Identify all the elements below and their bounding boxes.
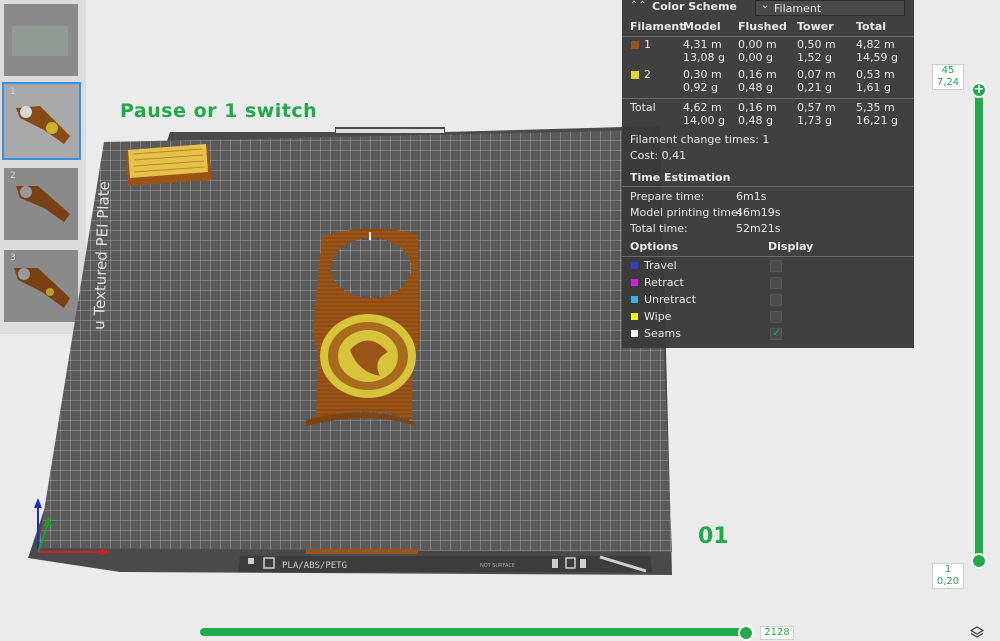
filament-change-times: Filament change times: 1 <box>630 133 770 146</box>
tower-length: 0,57 m <box>797 101 836 114</box>
prepare-time-value: 6m1s <box>736 190 767 203</box>
model-weight: 0,92 g <box>683 81 718 94</box>
retract-color-swatch <box>631 279 638 286</box>
layer-slider-bottom-handle[interactable] <box>971 553 987 569</box>
option-label: Unretract <box>644 293 697 306</box>
model-printing-time-label: Model printing time: <box>630 206 742 219</box>
model-length: 4,62 m <box>683 101 722 114</box>
travel-display-checkbox[interactable] <box>770 260 782 272</box>
move-slider-track[interactable] <box>200 628 748 636</box>
tower-weight: 0,21 g <box>797 81 832 94</box>
option-label: Seams <box>644 327 681 340</box>
flushed-weight: 0,48 g <box>738 114 773 127</box>
col-model: Model <box>683 20 721 33</box>
color-scheme-value: Filament <box>774 2 822 15</box>
divider <box>622 186 914 187</box>
plus-icon: + <box>973 82 985 97</box>
seams-color-swatch <box>631 330 638 337</box>
option-label: Travel <box>644 259 677 272</box>
collapse-icon[interactable]: ⌃⌃ <box>630 0 647 11</box>
col-tower: Tower <box>797 20 834 33</box>
color-scheme-select[interactable]: ⌄ Filament <box>755 0 905 16</box>
prepare-time-label: Prepare time: <box>630 190 705 203</box>
tower-weight: 1,73 g <box>797 114 832 127</box>
total-time-label: Total time: <box>630 222 688 235</box>
total-weight: 14,59 g <box>856 51 898 64</box>
time-estimation-heading: Time Estimation <box>630 171 731 184</box>
flushed-length: 0,16 m <box>738 68 777 81</box>
filament-color-swatch <box>631 71 639 79</box>
seams-display-checkbox[interactable] <box>770 326 782 340</box>
gcode-legend-panel: ⌃⌃ Color Scheme ⌄ Filament Filament Mode… <box>622 0 914 348</box>
layer-slider-track[interactable] <box>975 95 983 563</box>
layers-icon[interactable] <box>970 626 984 640</box>
model-printing-time-value: 46m19s <box>736 206 781 219</box>
layer-slider-top-handle[interactable]: + <box>971 82 987 98</box>
col-total: Total <box>856 20 887 33</box>
filament-id: 1 <box>644 38 651 51</box>
retract-display-checkbox[interactable] <box>770 277 782 289</box>
chevron-down-icon: ⌄ <box>761 0 770 11</box>
flushed-length: 0,00 m <box>738 38 777 51</box>
top-layer-tag: 45 7,24 <box>932 64 964 90</box>
model-length: 4,31 m <box>683 38 722 51</box>
plate-surface-text: NOT SURFACE <box>480 563 515 569</box>
purge-line <box>306 549 418 554</box>
divider <box>622 256 914 257</box>
plate-filament-text: PLA/ABS/PETG <box>282 561 347 571</box>
bottom-layer-tag: 1 0,20 <box>932 563 964 589</box>
model-weight: 14,00 g <box>683 114 725 127</box>
model-weight: 13,08 g <box>683 51 725 64</box>
flushed-weight: 0,48 g <box>738 81 773 94</box>
flushed-length: 0,16 m <box>738 101 777 114</box>
wipe-color-swatch <box>631 313 638 320</box>
model-length: 0,30 m <box>683 68 722 81</box>
total-time-value: 52m21s <box>736 222 781 235</box>
divider <box>622 98 914 99</box>
top-layer-height: 7,24 <box>936 77 960 88</box>
divider <box>622 36 914 37</box>
col-flushed: Flushed <box>738 20 787 33</box>
total-weight: 16,21 g <box>856 114 898 127</box>
top-layer-number: 45 <box>941 65 955 76</box>
travel-color-swatch <box>631 262 638 269</box>
wipe-tower[interactable] <box>126 144 212 186</box>
wipe-display-checkbox[interactable] <box>770 311 782 323</box>
option-label: Wipe <box>644 310 672 323</box>
total-label: Total <box>630 101 656 114</box>
cost: Cost: 0,41 <box>630 149 687 162</box>
col-filament: Filament <box>630 20 685 33</box>
option-label: Retract <box>644 276 684 289</box>
unretract-display-checkbox[interactable] <box>770 294 782 306</box>
total-length: 0,53 m <box>856 68 895 81</box>
move-slider-value: 2128 <box>760 626 794 640</box>
display-heading: Display <box>768 240 814 253</box>
total-weight: 1,61 g <box>856 81 891 94</box>
model-object[interactable] <box>306 228 420 426</box>
tower-length: 0,07 m <box>797 68 836 81</box>
filament-id: 2 <box>644 68 651 81</box>
plate-number: 01 <box>698 524 729 549</box>
bottom-layer-number: 1 <box>944 564 952 575</box>
color-scheme-row: ⌃⌃ Color Scheme ⌄ Filament <box>622 0 914 17</box>
flushed-weight: 0,00 g <box>738 51 773 64</box>
bottom-layer-height: 0,20 <box>936 576 960 587</box>
options-heading: Options <box>630 240 679 253</box>
filament-color-swatch <box>631 41 639 49</box>
tower-weight: 1,52 g <box>797 51 832 64</box>
total-length: 4,82 m <box>856 38 895 51</box>
color-scheme-label: Color Scheme <box>652 0 737 13</box>
move-slider-handle[interactable] <box>738 625 754 641</box>
unretract-color-swatch <box>631 296 638 303</box>
tower-length: 0,50 m <box>797 38 836 51</box>
total-length: 5,35 m <box>856 101 895 114</box>
